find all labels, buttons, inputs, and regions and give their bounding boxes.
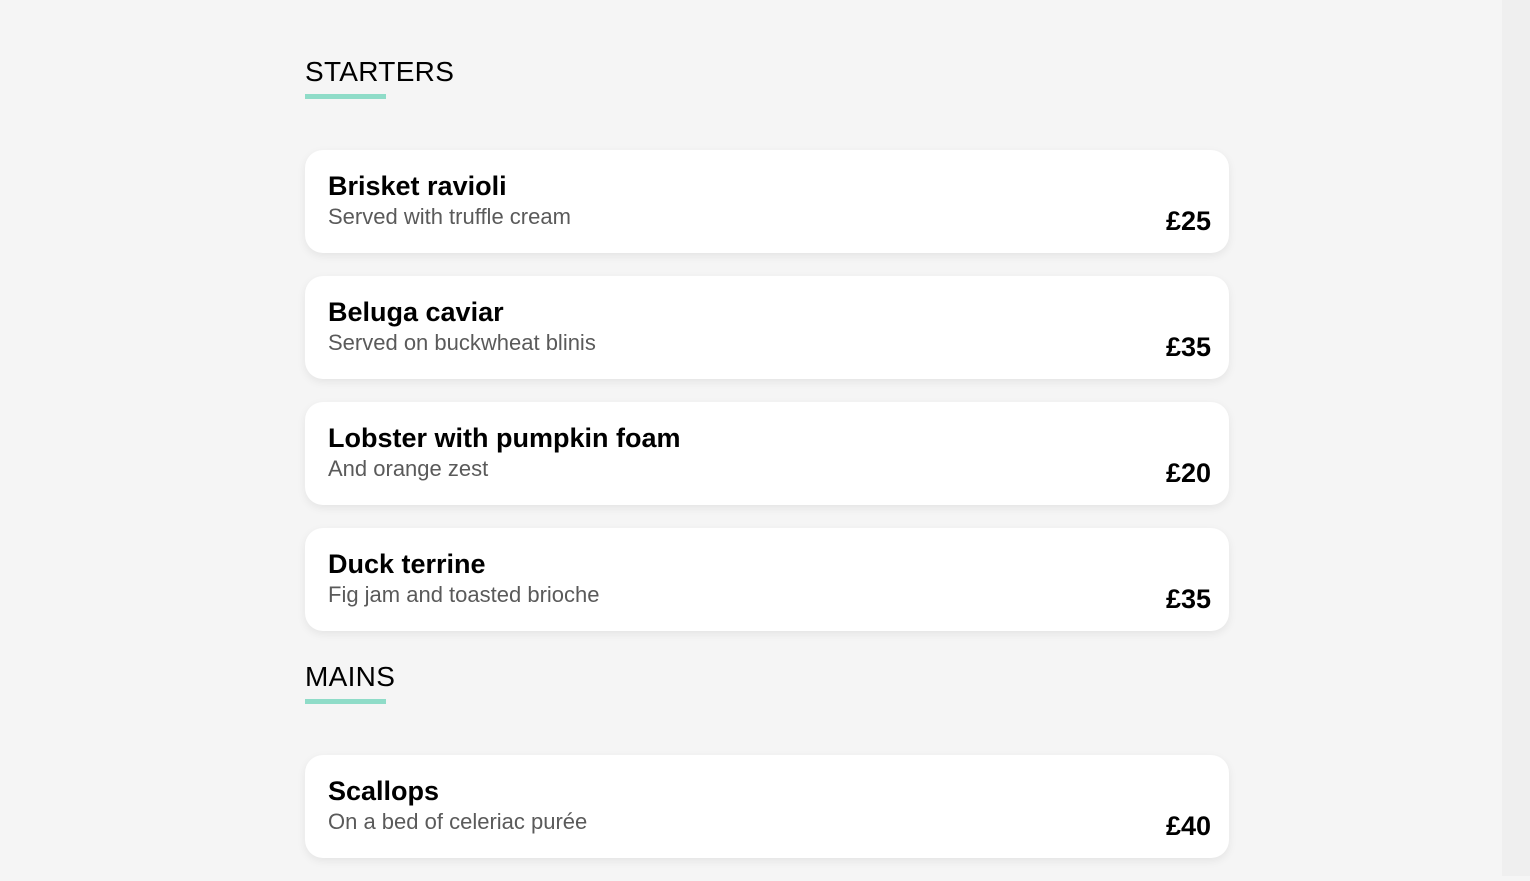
- starters-list: Brisket ravioli Served with truffle crea…: [305, 150, 1229, 631]
- item-name: Scallops: [328, 776, 440, 806]
- menu-item-brisket-ravioli[interactable]: Brisket ravioli Served with truffle crea…: [305, 150, 1229, 253]
- mains-list: Scallops On a bed of celeriac purée £40: [305, 755, 1229, 858]
- item-price: £35: [1165, 332, 1211, 362]
- item-description: And orange zest: [328, 456, 489, 481]
- menu-item-lobster-pumpkin-foam[interactable]: Lobster with pumpkin foam And orange zes…: [305, 402, 1229, 505]
- menu: STARTERS Brisket ravioli Served with tru…: [305, 0, 1229, 881]
- item-description: On a bed of celeriac purée: [328, 809, 588, 834]
- section-title-mains: MAINS: [305, 661, 396, 692]
- section-starters: STARTERS Brisket ravioli Served with tru…: [305, 58, 1229, 631]
- section-underline: [305, 699, 386, 704]
- menu-item-beluga-caviar[interactable]: Beluga caviar Served on buckwheat blinis…: [305, 276, 1229, 379]
- item-description: Served on buckwheat blinis: [328, 330, 596, 355]
- item-price: £25: [1165, 206, 1211, 236]
- item-name: Beluga caviar: [328, 297, 504, 327]
- scroll-gutter: [1502, 0, 1530, 876]
- section-mains: MAINS Scallops On a bed of celeriac puré…: [305, 663, 1229, 858]
- item-name: Lobster with pumpkin foam: [328, 423, 681, 453]
- item-name: Brisket ravioli: [328, 171, 507, 201]
- item-price: £20: [1165, 458, 1211, 488]
- item-price: £40: [1165, 811, 1211, 841]
- section-title-starters: STARTERS: [305, 56, 455, 87]
- menu-item-duck-terrine[interactable]: Duck terrine Fig jam and toasted brioche…: [305, 528, 1229, 631]
- section-underline: [305, 94, 386, 99]
- item-description: Fig jam and toasted brioche: [328, 582, 600, 607]
- menu-item-scallops[interactable]: Scallops On a bed of celeriac purée £40: [305, 755, 1229, 858]
- item-description: Served with truffle cream: [328, 204, 571, 229]
- item-price: £35: [1165, 584, 1211, 614]
- item-name: Duck terrine: [328, 549, 486, 579]
